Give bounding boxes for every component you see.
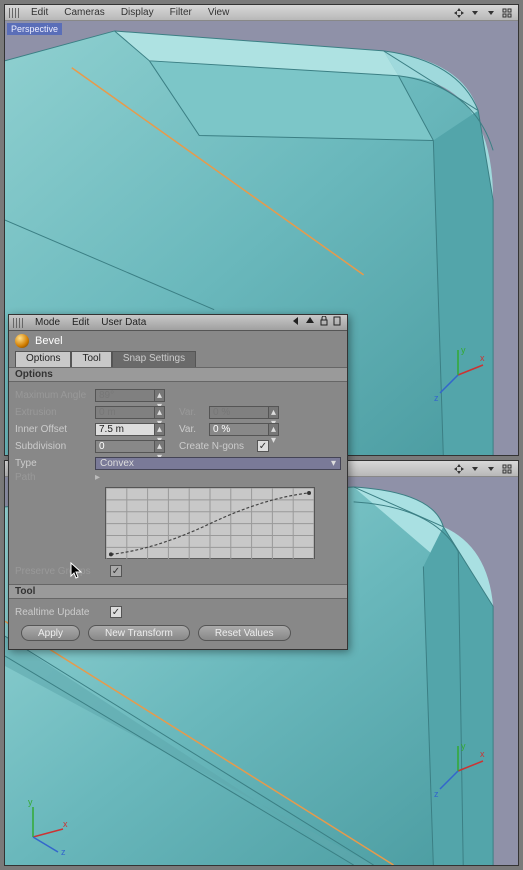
cursor-icon	[70, 562, 84, 580]
apply-button[interactable]: Apply	[21, 625, 80, 641]
field-inner-var[interactable]: 0 %	[209, 423, 269, 436]
menu-filter[interactable]: Filter	[162, 7, 200, 18]
down-arrow-icon[interactable]	[468, 7, 482, 19]
panel-title: Bevel	[35, 335, 63, 347]
layout-icon[interactable]	[500, 7, 514, 19]
dropdown-type[interactable]: Convex▾	[95, 457, 341, 470]
spinner-inner-var[interactable]: ▴▾	[269, 423, 279, 436]
new-transform-button[interactable]: New Transform	[88, 625, 190, 641]
viewport-menubar: Edit Cameras Display Filter View	[5, 5, 518, 21]
panel-menu-edit[interactable]: Edit	[66, 317, 95, 328]
checkbox-realtime[interactable]: ✓	[110, 606, 122, 618]
svg-text:y: y	[28, 797, 33, 807]
curve-graph[interactable]	[105, 487, 315, 559]
spinner-subdivision[interactable]: ▴▾	[155, 440, 165, 453]
label-extrusion-var: Var.	[179, 407, 209, 418]
svg-text:x: x	[480, 749, 485, 759]
back-icon[interactable]	[291, 316, 301, 329]
label-inner-var: Var.	[179, 424, 209, 435]
lock-icon[interactable]	[319, 316, 329, 329]
axis-gizmo-br[interactable]: x y z	[428, 741, 488, 801]
spinner-extrusion: ▴▾	[155, 406, 165, 419]
field-max-angle: 89°	[95, 389, 155, 402]
checkbox-ngons[interactable]: ✓	[257, 440, 269, 452]
reset-values-button[interactable]: Reset Values	[198, 625, 291, 641]
svg-text:z: z	[434, 393, 439, 403]
svg-text:z: z	[434, 789, 439, 799]
checkbox-preserve: ✓	[110, 565, 122, 577]
panel-menu-userdata[interactable]: User Data	[95, 317, 152, 328]
tab-tool[interactable]: Tool	[71, 351, 111, 367]
label-path: Path	[15, 472, 95, 483]
field-inner-offset[interactable]: 7.5 m	[95, 423, 155, 436]
panel-tabs: Options Tool Snap Settings	[9, 351, 347, 367]
label-inner-offset: Inner Offset	[15, 424, 95, 435]
label-max-angle: Maximum Angle	[15, 390, 95, 401]
new-icon[interactable]	[333, 316, 343, 329]
menu-cameras[interactable]: Cameras	[56, 7, 113, 18]
panel-menubar: Mode Edit User Data	[9, 315, 347, 331]
grip-icon	[9, 8, 19, 18]
panel-menu-mode[interactable]: Mode	[29, 317, 66, 328]
field-extrusion-var: 0 %	[209, 406, 269, 419]
label-realtime: Realtime Update	[15, 607, 110, 618]
axis-gizmo-top[interactable]: x y z	[428, 345, 488, 405]
field-extrusion: 0 m	[95, 406, 155, 419]
spinner-max-angle: ▴▾	[155, 389, 165, 402]
label-type: Type	[15, 458, 95, 469]
label-extrusion: Extrusion	[15, 407, 95, 418]
bevel-icon	[15, 334, 29, 348]
spinner-extrusion-var: ▴▾	[269, 406, 279, 419]
down-arrow-2-icon-2[interactable]	[484, 463, 498, 475]
axis-gizmo-bl[interactable]: x y z	[13, 797, 73, 857]
tab-snap[interactable]: Snap Settings	[112, 351, 196, 367]
attribute-panel: Mode Edit User Data Bevel Options Tool S…	[8, 314, 348, 650]
svg-text:x: x	[480, 353, 485, 363]
label-subdivision: Subdivision	[15, 441, 95, 452]
svg-text:y: y	[461, 345, 466, 355]
up-icon[interactable]	[305, 316, 315, 329]
field-subdivision[interactable]: 0	[95, 440, 155, 453]
label-preserve: Preserve Groups	[15, 566, 110, 577]
down-arrow-icon-2[interactable]	[468, 463, 482, 475]
menu-edit[interactable]: Edit	[23, 7, 56, 18]
multi-arrow-icon-2[interactable]	[452, 463, 466, 475]
tab-options[interactable]: Options	[15, 351, 71, 367]
multi-arrow-icon[interactable]	[452, 7, 466, 19]
grip-icon[interactable]	[13, 318, 25, 328]
svg-text:z: z	[61, 847, 66, 857]
spinner-inner-offset[interactable]: ▴▾	[155, 423, 165, 436]
svg-text:y: y	[461, 741, 466, 751]
layout-icon-2[interactable]	[500, 463, 514, 475]
menu-view[interactable]: View	[200, 7, 238, 18]
svg-text:x: x	[63, 819, 68, 829]
label-ngons: Create N-gons	[179, 441, 257, 452]
section-tool: Tool	[9, 584, 347, 599]
panel-header: Bevel	[9, 331, 347, 351]
down-arrow-2-icon[interactable]	[484, 7, 498, 19]
section-options: Options	[9, 367, 347, 382]
menu-display[interactable]: Display	[113, 7, 162, 18]
